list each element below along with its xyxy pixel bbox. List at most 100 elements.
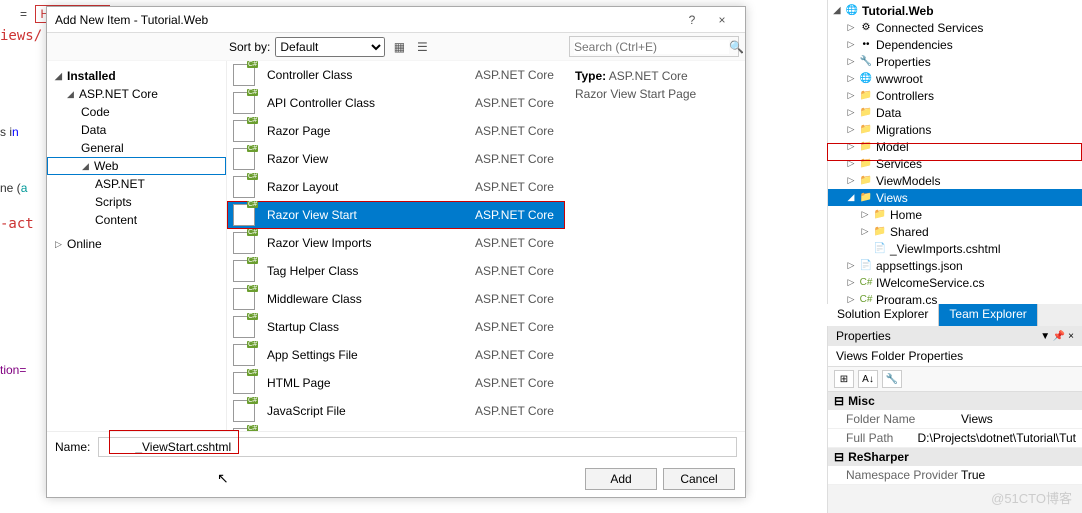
template-row[interactable]: Razor LayoutASP.NET Core (227, 173, 565, 201)
category-aspnet[interactable]: ASP.NET (47, 175, 226, 193)
add-button[interactable]: Add (585, 468, 657, 490)
expand-icon[interactable]: ▷ (860, 209, 870, 220)
expand-icon[interactable]: ▷ (846, 141, 856, 152)
dialog-titlebar[interactable]: Add New Item - Tutorial.Web ? × (47, 7, 745, 33)
tree-node[interactable]: ▷🌐wwwroot (828, 70, 1082, 87)
expand-icon[interactable]: ▷ (846, 277, 856, 288)
expand-icon[interactable]: ▷ (846, 124, 856, 135)
property-row[interactable]: Folder NameViews (828, 410, 1082, 429)
tab-team-explorer[interactable]: Team Explorer (939, 304, 1037, 326)
tree-node[interactable]: ▷📁Model (828, 138, 1082, 155)
category-data[interactable]: Data (47, 121, 226, 139)
tree-node[interactable]: ▷C#IWelcomeService.cs (828, 274, 1082, 291)
node-icon: ⚙ (859, 21, 873, 35)
tree-node[interactable]: ▷📄appsettings.json (828, 257, 1082, 274)
expand-icon[interactable]: ▷ (846, 294, 856, 304)
node-label: Dependencies (876, 38, 953, 52)
template-row[interactable]: App Settings FileASP.NET Core (227, 341, 565, 369)
tree-node[interactable]: ▷⚙Connected Services (828, 19, 1082, 36)
template-type: ASP.NET Core (475, 292, 565, 306)
tree-node[interactable]: ▷📁ViewModels (828, 172, 1082, 189)
tree-node[interactable]: ▷📁Shared (828, 223, 1082, 240)
template-type: ASP.NET Core (475, 208, 565, 222)
template-row[interactable]: Razor View ImportsASP.NET Core (227, 229, 565, 257)
name-input[interactable] (98, 437, 737, 457)
expand-icon[interactable]: ◢ (832, 5, 842, 16)
template-list[interactable]: Controller ClassASP.NET CoreAPI Controll… (227, 61, 565, 431)
expand-icon[interactable]: ▷ (846, 73, 856, 84)
properties-header[interactable]: Properties ▼ 📌 × (828, 326, 1082, 346)
tree-node[interactable]: ▷C#Program.cs (828, 291, 1082, 304)
template-row[interactable]: Razor PageASP.NET Core (227, 117, 565, 145)
expand-icon[interactable]: ▷ (846, 39, 856, 50)
category-online[interactable]: ▷Online (47, 235, 226, 253)
categorize-icon[interactable]: ⊞ (834, 370, 854, 388)
expand-icon[interactable]: ▷ (846, 260, 856, 271)
prop-tool-icon[interactable]: 🔧 (882, 370, 902, 388)
tree-node[interactable]: ▷📁Controllers (828, 87, 1082, 104)
expand-icon[interactable]: ▷ (846, 22, 856, 33)
node-label: Properties (876, 55, 931, 69)
properties-grid[interactable]: ⊟ MiscFolder NameViewsFull PathD:\Projec… (828, 392, 1082, 485)
expand-icon[interactable]: ▷ (846, 107, 856, 118)
help-button[interactable]: ? (677, 13, 707, 27)
property-row[interactable]: Full PathD:\Projects\dotnet\Tutorial\Tut (828, 429, 1082, 448)
template-row[interactable]: Startup ClassASP.NET Core (227, 313, 565, 341)
expand-icon[interactable]: ▷ (846, 158, 856, 169)
expand-icon[interactable]: ▷ (860, 226, 870, 237)
cancel-button[interactable]: Cancel (663, 468, 735, 490)
template-row[interactable]: Middleware ClassASP.NET Core (227, 285, 565, 313)
collapse-icon[interactable]: ⊟ (834, 450, 844, 464)
category-scripts[interactable]: Scripts (47, 193, 226, 211)
template-row[interactable]: JavaScript FileASP.NET Core (227, 397, 565, 425)
template-row[interactable]: Razor ViewASP.NET Core (227, 145, 565, 173)
template-row[interactable]: API Controller ClassASP.NET Core (227, 89, 565, 117)
tree-node[interactable]: 📄_ViewImports.cshtml (828, 240, 1082, 257)
expand-icon[interactable]: ◢ (846, 192, 856, 203)
properties-toolbar: ⊞ A↓ 🔧 (828, 367, 1082, 392)
category-installed[interactable]: ◢Installed (47, 67, 226, 85)
collapse-icon[interactable]: ⊟ (834, 394, 844, 408)
tool-tabs: Solution Explorer Team Explorer (827, 304, 1082, 326)
template-label: Razor View Imports (267, 236, 475, 250)
view-grid-icon[interactable]: ▦ (390, 38, 408, 56)
solution-tree[interactable]: ◢🌐Tutorial.Web▷⚙Connected Services▷••Dep… (828, 0, 1082, 304)
expand-icon[interactable]: ▷ (846, 56, 856, 67)
tree-node[interactable]: ▷📁Home (828, 206, 1082, 223)
template-label: Razor Layout (267, 180, 475, 194)
template-row[interactable]: Tag Helper ClassASP.NET Core (227, 257, 565, 285)
tree-node[interactable]: ▷📁Data (828, 104, 1082, 121)
alpha-icon[interactable]: A↓ (858, 370, 878, 388)
template-row[interactable]: Controller ClassASP.NET Core (227, 61, 565, 89)
category-code[interactable]: Code (47, 103, 226, 121)
template-label: Controller Class (267, 68, 475, 82)
sort-select[interactable]: Default (275, 37, 385, 57)
template-row[interactable]: HTML PageASP.NET Core (227, 369, 565, 397)
property-group[interactable]: ⊟ Misc (828, 392, 1082, 410)
node-icon: 📁 (859, 106, 873, 120)
tree-node[interactable]: ▷••Dependencies (828, 36, 1082, 53)
view-list-icon[interactable]: ☰ (413, 38, 431, 56)
pin-icon[interactable]: ▼ 📌 × (1040, 331, 1074, 342)
close-button[interactable]: × (707, 13, 737, 27)
tree-node[interactable]: ▷📁Services (828, 155, 1082, 172)
tab-solution-explorer[interactable]: Solution Explorer (827, 304, 939, 326)
tree-node[interactable]: ◢📁Views (828, 189, 1082, 206)
search-box[interactable]: 🔍 (569, 36, 739, 57)
tree-node[interactable]: ▷📁Migrations (828, 121, 1082, 138)
property-group[interactable]: ⊟ ReSharper (828, 448, 1082, 466)
node-label: Connected Services (876, 21, 983, 35)
tree-node[interactable]: ◢🌐Tutorial.Web (828, 2, 1082, 19)
template-row[interactable]: Razor View StartASP.NET Core (227, 201, 565, 229)
category-general[interactable]: General (47, 139, 226, 157)
search-input[interactable] (574, 40, 729, 54)
category-web[interactable]: ◢Web (47, 157, 226, 175)
expand-icon[interactable]: ▷ (846, 175, 856, 186)
property-key: Namespace Provider (846, 468, 961, 482)
expand-icon[interactable]: ▷ (846, 90, 856, 101)
category-content[interactable]: Content (47, 211, 226, 229)
template-label: HTML Page (267, 376, 475, 390)
category-aspnetcore[interactable]: ◢ASP.NET Core (47, 85, 226, 103)
property-row[interactable]: Namespace ProviderTrue (828, 466, 1082, 485)
tree-node[interactable]: ▷🔧Properties (828, 53, 1082, 70)
